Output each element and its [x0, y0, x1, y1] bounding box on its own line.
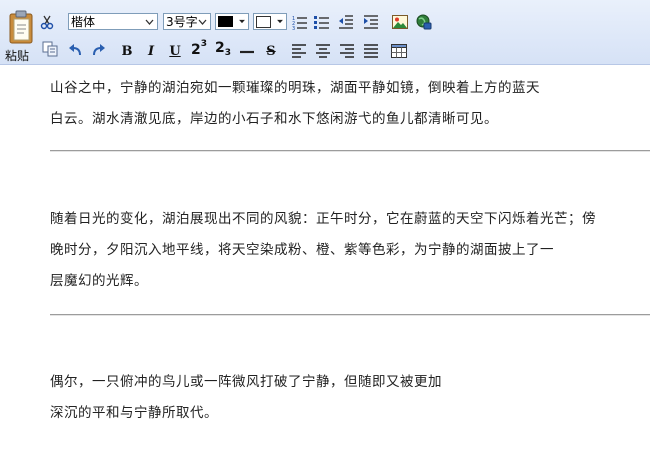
italic-icon: I: [147, 43, 155, 59]
horizontal-rule: [50, 150, 650, 152]
text-line: 层魔幻的光辉。: [50, 273, 148, 289]
text-line: 白云。湖水清澈见底，岸边的小石子和水下悠闲游弋的鱼儿都清晰可见。: [50, 111, 498, 127]
copy-icon: [42, 41, 58, 57]
align-center-button[interactable]: [314, 42, 332, 60]
paragraph-3: 偶尔，一只俯冲的鸟儿或一阵微风打破了宁静，但随即又被更加 深沉的平和与宁静所取代…: [50, 367, 640, 429]
paste-label: 粘贴: [5, 49, 30, 63]
undo-icon: [69, 44, 81, 56]
text-line: 随着日光的变化，湖泊展现出不同的风貌：正午时分，它在蔚蓝的天空下闪烁着光芒；傍: [50, 211, 596, 227]
insert-image-button[interactable]: [391, 13, 409, 31]
strikethrough-button[interactable]: S: [262, 42, 280, 60]
superscript-button[interactable]: 23: [190, 39, 208, 59]
align-left-button[interactable]: [290, 42, 308, 60]
italic-button[interactable]: I: [142, 42, 160, 60]
align-right-button[interactable]: [338, 42, 356, 60]
align-justify-icon: [364, 44, 378, 58]
chevron-down-icon: [196, 15, 209, 28]
justify-button[interactable]: [362, 42, 380, 60]
chevron-down-icon: [143, 15, 156, 28]
superscript-exp: 3: [200, 39, 207, 49]
redo-button[interactable]: [90, 42, 108, 60]
chevron-down-icon: [236, 15, 247, 28]
text-line: 偶尔，一只俯冲的鸟儿或一阵微风打破了宁静，但随即又被更加: [50, 374, 442, 390]
outdent-button[interactable]: [337, 13, 355, 31]
font-color-select[interactable]: [215, 13, 249, 30]
align-center-icon: [316, 44, 330, 58]
outdent-icon: [339, 15, 353, 29]
background-color-swatch: [256, 15, 271, 28]
subscript-base: 2: [214, 40, 225, 56]
superscript-base: 2: [190, 42, 201, 58]
insert-link-button[interactable]: [415, 13, 433, 31]
paragraph-2: 随着日光的变化，湖泊展现出不同的风貌：正午时分，它在蔚蓝的天空下闪烁着光芒；傍 …: [50, 204, 640, 297]
underline-button[interactable]: U: [166, 42, 184, 60]
strikethrough-icon: S: [266, 43, 276, 59]
align-left-icon: [292, 44, 306, 58]
text-line: 深沉的平和与宁静所取代。: [50, 405, 218, 421]
bold-icon: B: [121, 43, 133, 59]
editor-content-area[interactable]: 山谷之中，宁静的湖泊宛如一颗璀璨的明珠，湖面平静如镜，倒映着上方的蓝天 白云。湖…: [0, 65, 650, 466]
unordered-list-button[interactable]: [313, 13, 331, 31]
font-size-select[interactable]: 3号字: [163, 13, 211, 30]
font-size-value: 3号字: [166, 15, 198, 29]
svg-text:3: 3: [292, 26, 295, 30]
cut-button[interactable]: [38, 13, 56, 31]
paste-button[interactable]: 粘贴: [2, 6, 40, 63]
font-family-value: 楷体: [71, 15, 96, 29]
horizontal-rule-button[interactable]: [238, 42, 256, 60]
copy-button[interactable]: [41, 40, 59, 58]
redo-icon: [93, 44, 105, 56]
chevron-down-icon: [274, 15, 285, 28]
clipboard-icon: [9, 10, 33, 44]
horizontal-line-icon: [240, 50, 254, 54]
font-family-select[interactable]: 楷体: [68, 13, 158, 30]
horizontal-rule: [50, 314, 650, 316]
subscript-button[interactable]: 23: [214, 39, 232, 58]
indent-icon: [364, 15, 378, 29]
undo-button[interactable]: [66, 42, 84, 60]
subscript-exp: 3: [224, 48, 231, 58]
image-icon: [392, 15, 408, 29]
text-line: 晚时分，夕阳沉入地平线，将天空染成粉、橙、紫等色彩，为宁静的湖面披上了一: [50, 242, 554, 258]
ordered-list-button[interactable]: 1 2 3: [291, 13, 309, 31]
table-icon: [391, 44, 407, 58]
font-color-swatch: [218, 16, 233, 27]
background-color-select[interactable]: [253, 13, 287, 30]
paragraph-1: 山谷之中，宁静的湖泊宛如一颗璀璨的明珠，湖面平静如镜，倒映着上方的蓝天 白云。湖…: [50, 73, 640, 135]
insert-table-button[interactable]: [390, 42, 408, 60]
scissors-icon: [40, 15, 54, 30]
underline-icon: U: [169, 43, 181, 59]
editor-toolbar: 粘贴 楷体 3号字 1 2 3 B I U 2 3 2 3 S: [0, 0, 650, 65]
numbered-list-icon: 1 2 3: [292, 16, 307, 30]
globe-link-icon: [416, 14, 432, 30]
text-line: 山谷之中，宁静的湖泊宛如一颗璀璨的明珠，湖面平静如镜，倒映着上方的蓝天: [50, 80, 540, 96]
bold-button[interactable]: B: [118, 42, 136, 60]
bullet-list-icon: [314, 16, 329, 29]
indent-button[interactable]: [362, 13, 380, 31]
align-right-icon: [340, 44, 354, 58]
